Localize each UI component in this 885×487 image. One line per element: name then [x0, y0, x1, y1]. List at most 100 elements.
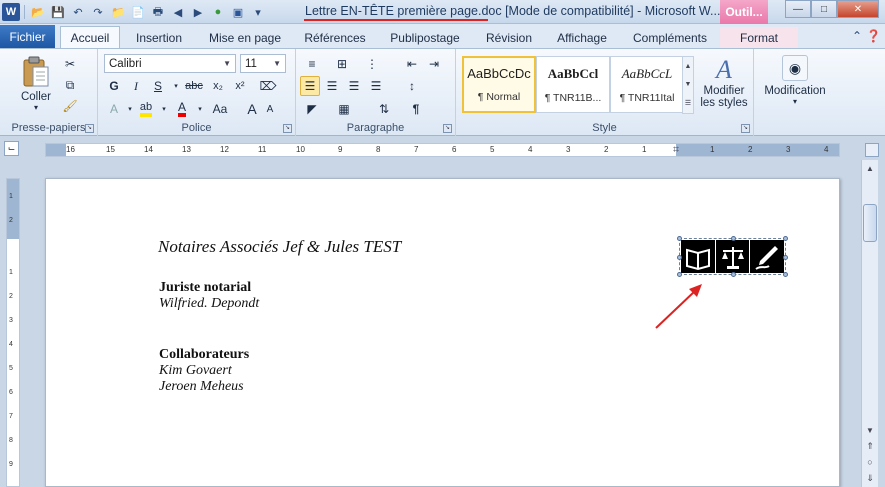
italic-button[interactable]: I [126, 76, 146, 96]
style-tnr11b[interactable]: AaBbCcl ¶ TNR11B... [536, 56, 610, 113]
justify-icon[interactable]: ☰ [366, 76, 386, 96]
change-styles-button[interactable]: A Modifier les styles [696, 55, 752, 109]
shrink-font-button[interactable]: A [260, 99, 280, 119]
scroll-down-icon[interactable]: ▼ [862, 422, 878, 438]
folder-icon[interactable]: 📁 [109, 3, 127, 21]
paste-label: Coller [20, 91, 52, 103]
paste-button[interactable]: Coller ▾ [16, 55, 56, 112]
ruler-tick: 13 [182, 145, 191, 154]
word-icon[interactable]: ▣ [229, 3, 247, 21]
tab-format[interactable]: Format [720, 27, 798, 48]
binoculars-icon: ◉ [782, 55, 808, 81]
subscript-button[interactable]: x₂ [208, 76, 228, 96]
chevron-down-icon[interactable]: ▼ [685, 81, 692, 88]
line-spacing-icon[interactable]: ↕ [402, 76, 422, 96]
styles-gallery-scroll[interactable]: ▲ ▼ ☰ [682, 56, 694, 114]
editing-button[interactable]: ◉ Modification ▾ [760, 55, 830, 106]
back-icon[interactable]: ◀ [169, 3, 187, 21]
change-case-icon[interactable]: Aa [210, 99, 230, 119]
redo-icon[interactable]: ↷ [89, 3, 107, 21]
chevron-down-icon[interactable]: ▾ [166, 76, 186, 96]
vertical-scrollbar[interactable]: ▲ ▼ ⇑ ○ ⇓ [861, 160, 878, 487]
tab-mailings[interactable]: Publipostage [382, 27, 468, 48]
dialog-launcher-icon[interactable]: ↘ [283, 124, 292, 133]
chevron-down-icon[interactable]: ▾ [154, 99, 174, 119]
sort-icon[interactable]: ⇅ [374, 99, 394, 119]
bullets-icon[interactable]: ≡ [302, 54, 322, 74]
style-name: ¶ TNR11Ital [619, 91, 675, 104]
underline-button[interactable]: S [148, 76, 168, 96]
customize-toolbar-icon[interactable]: ▾ [249, 3, 267, 21]
clear-formatting-icon[interactable]: ⌦ [258, 76, 278, 96]
font-name-combo[interactable]: Calibri ▼ [104, 54, 236, 73]
more-icon[interactable]: ☰ [685, 99, 691, 107]
new-document-icon[interactable]: 📄 [129, 3, 147, 21]
next-page-icon[interactable]: ⇓ [862, 470, 878, 486]
cut-icon[interactable]: ✂ [60, 54, 80, 74]
ruler-tick: 16 [66, 145, 75, 154]
copy-icon[interactable]: ⧉ [60, 75, 80, 95]
format-painter-icon[interactable]: 🖌 [60, 96, 80, 116]
bold-button[interactable]: G [104, 76, 124, 96]
scroll-up-icon[interactable]: ▲ [862, 160, 878, 176]
ruler-tick: 7 [414, 145, 419, 154]
tab-file[interactable]: Fichier [0, 25, 55, 48]
style-tnr11ital[interactable]: AaBbCcL ¶ TNR11Ital [610, 56, 684, 113]
previous-page-icon[interactable]: ⇑ [862, 438, 878, 454]
tab-page-layout[interactable]: Mise en page [202, 27, 288, 48]
word-logo-icon[interactable]: W [2, 3, 20, 21]
font-size-combo[interactable]: 11 ▼ [240, 54, 286, 73]
style-normal[interactable]: AaBbCcDc ¶ Normal [462, 56, 536, 113]
open-icon[interactable]: 📂 [29, 3, 47, 21]
vertical-ruler[interactable]: 1 2 1 2 3 4 5 6 7 8 9 [6, 178, 20, 487]
borders-icon[interactable]: ▦ [334, 99, 354, 119]
align-right-icon[interactable]: ☰ [344, 76, 364, 96]
chevron-up-icon[interactable]: ▲ [685, 63, 692, 70]
grow-font-button[interactable]: A [242, 99, 262, 119]
highlight-icon[interactable]: ab [136, 99, 156, 119]
chevron-down-icon[interactable]: ▾ [190, 99, 210, 119]
superscript-button[interactable]: x² [230, 76, 250, 96]
tab-review[interactable]: Révision [476, 27, 542, 48]
horizontal-ruler[interactable]: 16 15 14 13 12 11 10 9 8 7 6 5 4 3 2 1 1… [45, 143, 840, 157]
tab-references[interactable]: Références [298, 27, 372, 48]
maximize-button[interactable]: □ [811, 0, 837, 18]
document-page[interactable]: Notaires Associés Jef & Jules TEST Juris… [45, 178, 840, 487]
tab-home[interactable]: Accueil [60, 26, 120, 48]
numbering-icon[interactable]: ⊞ [332, 54, 352, 74]
ruler-tick: 8 [9, 437, 13, 444]
print-preview-icon[interactable]: 🖶 [149, 3, 167, 21]
tab-selector[interactable]: ⌙ [4, 141, 19, 156]
ruler-tick: 9 [9, 461, 13, 468]
close-button[interactable]: ✕ [837, 0, 879, 18]
tab-addins[interactable]: Compléments [628, 27, 712, 48]
dialog-launcher-icon[interactable]: ↘ [85, 124, 94, 133]
chevron-down-icon: ▾ [33, 103, 38, 112]
align-left-icon[interactable]: ☰ [300, 76, 320, 96]
font-size-value: 11 [245, 57, 257, 70]
scroll-thumb[interactable] [863, 204, 877, 242]
ruler-tick: 4 [824, 145, 829, 154]
strikethrough-button[interactable]: abc [184, 76, 204, 96]
dialog-launcher-icon[interactable]: ↘ [443, 124, 452, 133]
indent-marker-icon[interactable]: ⌗ [673, 144, 679, 156]
decrease-indent-icon[interactable]: ⇤ [402, 54, 422, 74]
dialog-launcher-icon[interactable]: ↘ [741, 124, 750, 133]
tab-insert[interactable]: Insertion [126, 27, 192, 48]
minimize-ribbon-icon[interactable]: ⌃ [852, 29, 862, 43]
align-center-icon[interactable]: ☰ [322, 76, 342, 96]
save-icon[interactable]: 💾 [49, 3, 67, 21]
font-color-icon[interactable]: A [172, 99, 192, 119]
minimize-button[interactable]: — [785, 0, 811, 18]
shading-icon[interactable]: ◤ [302, 99, 322, 119]
increase-indent-icon[interactable]: ⇥ [424, 54, 444, 74]
undo-icon[interactable]: ↶ [69, 3, 87, 21]
browse-object-icon[interactable]: ○ [862, 454, 878, 470]
multilevel-list-icon[interactable]: ⋮ [362, 54, 382, 74]
record-icon[interactable]: ● [209, 3, 227, 21]
tab-view[interactable]: Affichage [548, 27, 616, 48]
view-ruler-icon[interactable] [865, 143, 879, 157]
forward-icon[interactable]: ▶ [189, 3, 207, 21]
help-icon[interactable]: ❓ [866, 29, 881, 43]
show-formatting-button[interactable]: ¶ [406, 99, 426, 119]
